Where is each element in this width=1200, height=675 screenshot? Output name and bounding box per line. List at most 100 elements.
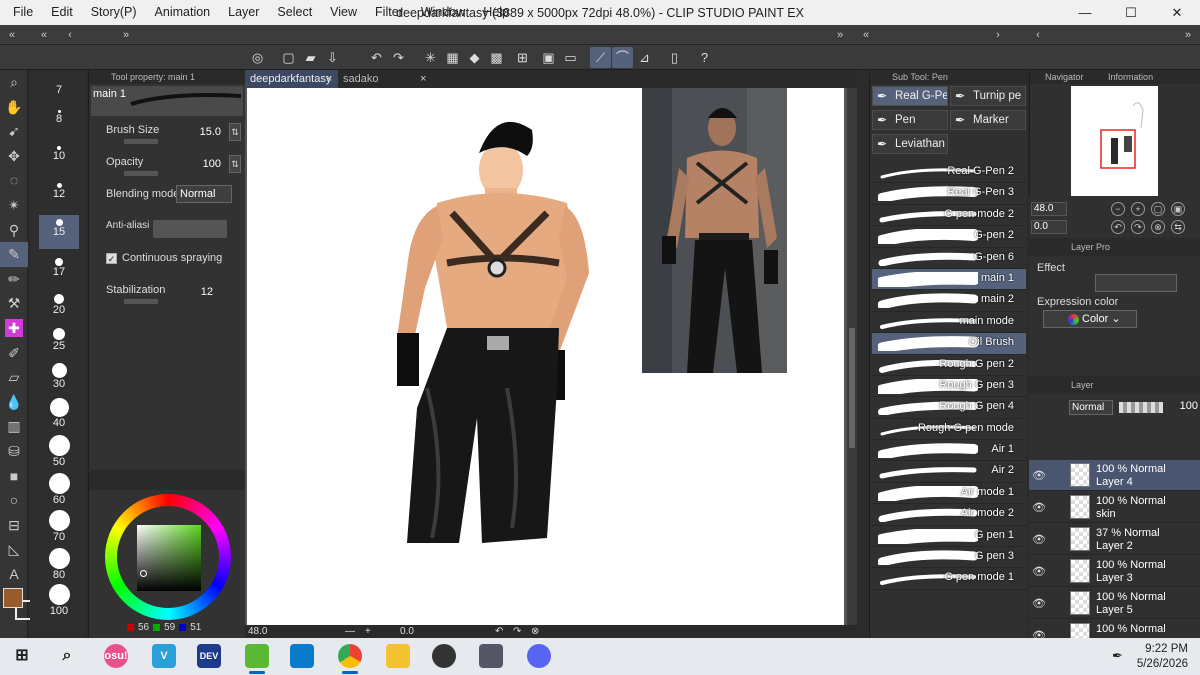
vscode-icon[interactable]: [290, 644, 314, 668]
fill-icon[interactable]: ▦: [442, 47, 463, 68]
file-explorer-icon[interactable]: [386, 644, 410, 668]
saturation-square[interactable]: [137, 525, 201, 591]
actual-size-icon[interactable]: ▣: [1171, 202, 1185, 216]
brush-item[interactable]: G-pen 2: [872, 226, 1026, 248]
menu-help[interactable]: Help: [474, 0, 518, 25]
transform-icon[interactable]: ◆: [464, 47, 485, 68]
foreground-color-swatch[interactable]: [3, 588, 23, 608]
green-value[interactable]: 59: [164, 622, 175, 633]
minimize-button[interactable]: —: [1062, 0, 1108, 25]
brush-size-slider[interactable]: [124, 139, 158, 144]
pencil-tool-icon[interactable]: ✏: [0, 267, 28, 292]
close-tab-icon[interactable]: ×: [420, 70, 426, 88]
brush-size-item-selected[interactable]: 15: [39, 215, 79, 249]
brush-size-item[interactable]: 20: [39, 294, 79, 316]
brush-item[interactable]: main 1: [872, 268, 1026, 291]
brush-size-item[interactable]: 25: [39, 328, 79, 352]
zoom-out-icon[interactable]: −: [1111, 202, 1125, 216]
collapse-icon[interactable]: «: [36, 27, 52, 43]
expand-right-icon[interactable]: »: [832, 27, 848, 43]
brush-size-item[interactable]: 7: [39, 84, 79, 96]
brush-size-item[interactable]: 17: [39, 258, 79, 278]
menu-select[interactable]: Select: [268, 0, 321, 25]
brush-size-item[interactable]: 8: [39, 110, 79, 125]
rotate-left-icon[interactable]: ↶: [1111, 220, 1125, 234]
select-all-icon[interactable]: ▣: [538, 47, 559, 68]
crop-icon[interactable]: ⊞: [512, 47, 533, 68]
expand-icon[interactable]: »: [118, 27, 134, 43]
menu-window[interactable]: Window: [412, 0, 474, 25]
brush-size-item[interactable]: 50: [39, 435, 79, 468]
show-area-icon[interactable]: ▭: [560, 47, 581, 68]
clip-studio-taskbar-icon[interactable]: [245, 644, 269, 668]
menu-filter[interactable]: Filter: [366, 0, 412, 25]
tab-information[interactable]: Information: [1108, 72, 1153, 82]
chevron-right-icon[interactable]: ›: [990, 27, 1006, 43]
eraser-tool-icon[interactable]: ▱: [0, 365, 28, 390]
layer-row[interactable]: 👁 100 % Normal Layer 3: [1029, 556, 1200, 587]
lasso-tool-icon[interactable]: ◌: [0, 168, 28, 193]
layer-opacity-slider[interactable]: [1119, 402, 1163, 413]
pen-tray-icon[interactable]: ✒: [1112, 648, 1123, 664]
opacity-slider[interactable]: [124, 171, 158, 176]
text-tool-icon[interactable]: A: [0, 562, 28, 587]
visibility-eye-icon[interactable]: 👁: [1032, 469, 1046, 482]
blue-value[interactable]: 51: [190, 622, 201, 633]
brush-item[interactable]: Air 2: [872, 461, 1026, 483]
vivaldi-icon[interactable]: V: [152, 644, 176, 668]
reset-rotation-icon[interactable]: ⊗: [1151, 220, 1165, 234]
zoom-out-icon[interactable]: —: [345, 625, 355, 638]
chrome-icon[interactable]: [338, 644, 362, 668]
opacity-spinner[interactable]: ⇅: [229, 155, 241, 173]
flip-icon[interactable]: ⇆: [1171, 220, 1185, 234]
hand-tool-icon[interactable]: ✋: [0, 95, 28, 120]
brush-item[interactable]: Air mode 1: [872, 483, 1026, 505]
visibility-eye-icon[interactable]: 👁: [1032, 565, 1046, 578]
tab-deepdarkfantasy[interactable]: deepdarkfantasy: [245, 70, 338, 88]
layer-blend-select[interactable]: Normal: [1069, 400, 1113, 415]
brush-tool-icon[interactable]: ⚒: [0, 291, 28, 316]
brush-size-item[interactable]: 70: [39, 510, 79, 543]
brush-item[interactable]: Real G-Pen 2: [872, 162, 1026, 184]
brush-item[interactable]: G pen 3: [872, 547, 1026, 569]
brush-size-value[interactable]: 15.0: [200, 126, 221, 138]
eyedropper-icon[interactable]: ⚲: [0, 218, 28, 243]
brush-item[interactable]: G pen 1: [872, 526, 1026, 548]
category-pen[interactable]: ✒ Pen: [872, 110, 948, 130]
brush-size-item[interactable]: 60: [39, 473, 79, 506]
app-icon[interactable]: [432, 644, 456, 668]
menu-edit[interactable]: Edit: [42, 0, 82, 25]
chevron-left-icon[interactable]: ‹: [62, 27, 78, 43]
brush-item[interactable]: Air 1: [872, 440, 1026, 462]
snap-ruler-icon[interactable]: ⟋: [590, 47, 611, 68]
save-icon[interactable]: ⇩: [322, 47, 343, 68]
brush-item[interactable]: Air mode 2: [872, 504, 1026, 526]
gradient-icon[interactable]: ▥: [0, 414, 28, 439]
brush-size-spinner[interactable]: ⇅: [229, 123, 241, 141]
menu-layer[interactable]: Layer: [219, 0, 268, 25]
pen-tool-icon[interactable]: ✎: [0, 242, 28, 267]
category-marker[interactable]: ✒ Marker: [950, 110, 1026, 130]
category-turnip-pen[interactable]: ✒ Turnip pe: [950, 86, 1026, 106]
zoom-tool-icon[interactable]: ⌕: [0, 70, 28, 95]
canvas-vertical-scrollbar[interactable]: [847, 88, 857, 625]
brush-item[interactable]: Rough G pen mode: [872, 419, 1026, 441]
snap-grid-icon[interactable]: ⊿: [634, 47, 655, 68]
app-icon[interactable]: [479, 644, 503, 668]
brush-item[interactable]: G-pen 6: [872, 248, 1026, 269]
clear-icon[interactable]: ✳: [420, 47, 441, 68]
frame-tool-icon[interactable]: ⊟: [0, 513, 28, 538]
brush-item[interactable]: Rough G pen 3: [872, 376, 1026, 398]
fit-icon[interactable]: ▢: [1151, 202, 1165, 216]
menu-view[interactable]: View: [321, 0, 366, 25]
fill-tool-icon[interactable]: ⛁: [0, 439, 28, 464]
red-value[interactable]: 56: [138, 622, 149, 633]
chevron-left-icon[interactable]: ‹: [1030, 27, 1046, 43]
move-layer-icon[interactable]: ✥: [0, 144, 28, 169]
continuous-checkbox[interactable]: ✓: [106, 253, 117, 264]
system-clock[interactable]: 9:22 PM 5/26/2026: [1137, 642, 1188, 672]
menu-story[interactable]: Story(P): [82, 0, 146, 25]
canvas[interactable]: [247, 88, 844, 625]
object-tool-icon[interactable]: ➹: [0, 119, 28, 144]
brush-item[interactable]: Rough G pen 2: [872, 355, 1026, 376]
